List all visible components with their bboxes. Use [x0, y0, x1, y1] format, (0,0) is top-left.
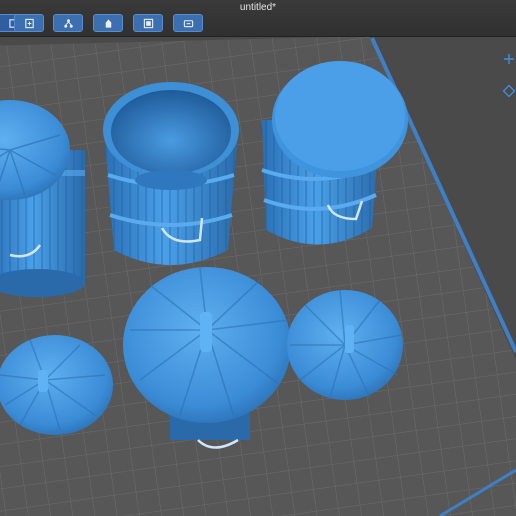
support-paint-icon: [105, 18, 111, 28]
trash-can-open[interactable]: [103, 82, 239, 265]
slice-layer-icon: [143, 18, 153, 28]
open-file-icon: [24, 18, 34, 28]
print-device-button[interactable]: [173, 14, 203, 32]
add-object-button[interactable]: [502, 52, 516, 66]
add-object-icon: [504, 54, 514, 64]
print-device-icon: [183, 19, 193, 27]
open-file-button[interactable]: [14, 14, 44, 32]
window-title: untitled*: [239, 2, 277, 13]
view-cube-icon: [502, 84, 516, 98]
3d-viewport[interactable]: [0, 36, 516, 516]
lid-small-left[interactable]: [0, 335, 113, 435]
view-cube-button[interactable]: [502, 84, 516, 98]
slice-layer-button[interactable]: [133, 14, 163, 32]
object-tree-icon: [63, 18, 73, 28]
top-toolbar: untitled*: [0, 0, 516, 37]
object-tree-button[interactable]: [53, 14, 83, 32]
lid-medium-right[interactable]: [287, 289, 403, 400]
slicer-window: untitled*: [0, 0, 516, 516]
support-paint-button[interactable]: [93, 14, 123, 32]
